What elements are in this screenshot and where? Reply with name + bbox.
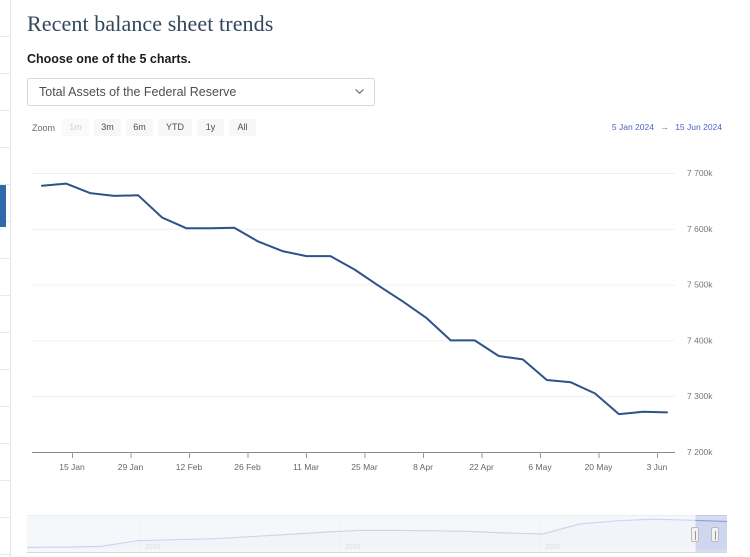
x-axis-tick-label: 20 May [585, 462, 614, 472]
y-axis-tick-label: 7 200k [687, 447, 713, 457]
sidebar-divider [0, 370, 11, 407]
range-button-1y[interactable]: 1y [197, 119, 224, 136]
sidebar-divider [0, 74, 11, 111]
range-button-1m[interactable]: 1m [62, 119, 89, 136]
sidebar-divider [0, 222, 11, 259]
main-content: Recent balance sheet trends Choose one o… [27, 0, 750, 557]
y-axis-tick-label: 7 400k [687, 335, 713, 345]
page-title: Recent balance sheet trends [27, 11, 274, 36]
x-axis-tick-label: 8 Apr [413, 462, 433, 472]
sidebar-active-indicator [0, 185, 6, 227]
chart-select[interactable]: Total Assets of the Federal Reserve [27, 78, 375, 106]
page-root: Recent balance sheet trends Choose one o… [0, 0, 750, 557]
x-axis-tick-label: 29 Jan [118, 462, 144, 472]
sidebar-divider [0, 444, 11, 481]
chart-select-wrapper[interactable]: Total Assets of the Federal Reserve [27, 78, 375, 106]
chart-y-axis-labels: 7 200k 7 300k 7 400k 7 500k 7 600k 7 700k [687, 168, 713, 457]
date-range-arrow-icon: → [660, 122, 669, 132]
navigator-handle-left[interactable] [691, 527, 699, 542]
navigator-mini-chart[interactable]: 201020152020 [27, 513, 727, 555]
chart-x-axis: 15 Jan 29 Jan 12 Feb 26 Feb 11 Mar 25 Mar 8 Ap… [32, 452, 675, 472]
chart-gridlines [32, 173, 675, 453]
x-axis-tick-label: 11 Mar [293, 462, 319, 472]
x-axis-tick-label: 25 Mar [351, 462, 378, 472]
sidebar-divider [0, 37, 11, 74]
x-axis-tick-label: 26 Feb [234, 462, 261, 472]
sidebar-divider [0, 333, 11, 370]
y-axis-tick-label: 7 500k [687, 280, 713, 290]
range-button-3m[interactable]: 3m [94, 119, 121, 136]
sidebar-divider [0, 259, 11, 296]
chart-series-line [41, 182, 668, 416]
sidebar-divider [0, 111, 11, 148]
x-axis-tick-label: 22 Apr [469, 462, 494, 472]
chart-navigator[interactable]: 201020152020 [27, 513, 727, 555]
range-button-all[interactable]: All [229, 119, 256, 136]
range-button-6m[interactable]: 6m [126, 119, 153, 136]
x-axis-tick-label: 6 May [528, 462, 552, 472]
x-axis-tick-label: 3 Jun [647, 462, 668, 472]
date-range-display: 5 Jan 2024 → 15 Jun 2024 [612, 122, 722, 132]
zoom-label: Zoom [32, 123, 56, 133]
navigator-mask-left [27, 515, 696, 553]
left-sidebar-strip [0, 0, 11, 557]
sidebar-divider [0, 518, 11, 555]
line-chart[interactable]: 7 200k 7 300k 7 400k 7 500k 7 600k 7 700k 15 … [27, 147, 727, 507]
sidebar-divider [0, 296, 11, 333]
range-selector: Zoom 1m 3m 6m YTD 1y All 5 Jan 2024 → 15… [27, 119, 727, 139]
x-axis-tick-label: 15 Jan [59, 462, 85, 472]
sidebar-divider [0, 0, 11, 37]
y-axis-tick-label: 7 700k [687, 168, 713, 178]
chart-plot-area[interactable]: 7 200k 7 300k 7 400k 7 500k 7 600k 7 700k 15 … [27, 147, 727, 507]
sidebar-divider [0, 481, 11, 518]
sidebar-divider [0, 148, 11, 185]
x-axis-tick-label: 12 Feb [176, 462, 203, 472]
date-range-to[interactable]: 15 Jun 2024 [675, 122, 722, 132]
page-subtitle: Choose one of the 5 charts. [27, 52, 191, 66]
sidebar-divider [0, 407, 11, 444]
y-axis-tick-label: 7 300k [687, 391, 713, 401]
range-button-ytd[interactable]: YTD [158, 119, 192, 136]
navigator-handle-right[interactable] [711, 527, 719, 542]
date-range-from[interactable]: 5 Jan 2024 [612, 122, 654, 132]
y-axis-tick-label: 7 600k [687, 224, 713, 234]
